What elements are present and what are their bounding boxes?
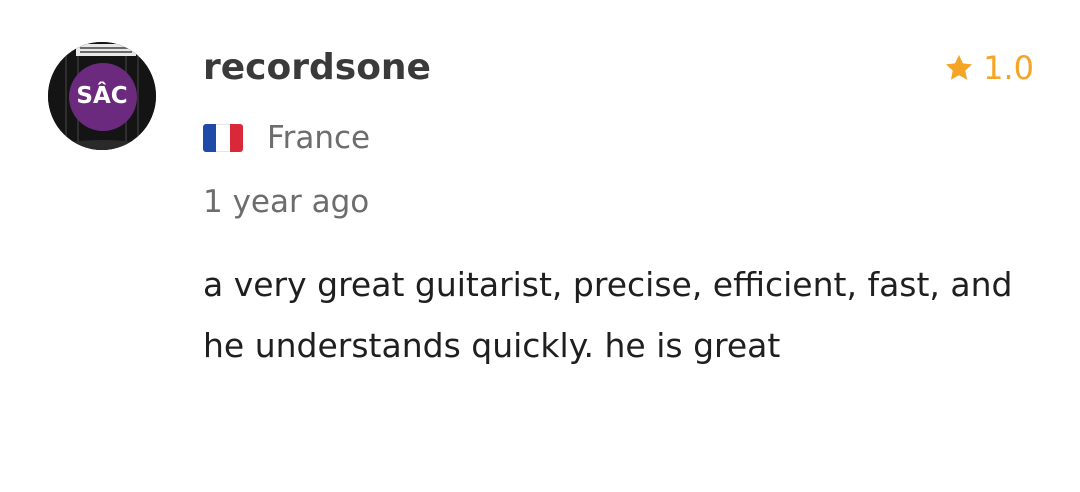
timestamp: 1 year ago [203,184,370,220]
country-row: France [203,116,370,160]
france-flag-icon [203,124,243,152]
country-name: France [267,120,371,156]
rating-value: 1.0 [983,49,1034,87]
review-text: a very great guitarist, precise, efficie… [203,265,1013,365]
avatar[interactable]: SÂC [48,42,156,150]
rating: 1.0 [943,44,1034,92]
star-icon [946,54,973,80]
username[interactable]: recordsone [203,44,431,92]
avatar-initials: SÂC [76,83,128,109]
review-card: SÂC recordsone 1.0 France 1 year ago a v… [0,0,1080,492]
